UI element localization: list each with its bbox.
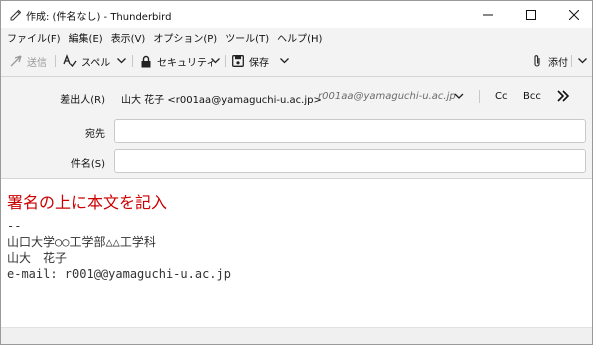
spell-check-icon — [63, 54, 77, 68]
chevron-down-icon — [454, 93, 464, 99]
chevron-down-icon — [279, 58, 289, 64]
menu-view[interactable]: 表示(V) — [108, 30, 149, 45]
chevron-down-icon — [577, 58, 587, 64]
security-dropdown-button[interactable] — [208, 50, 222, 72]
bcc-button[interactable]: Bcc — [523, 91, 541, 102]
chevron-down-icon — [210, 58, 220, 64]
to-input[interactable] — [114, 119, 586, 143]
toolbar-divider — [225, 55, 226, 67]
chevron-down-icon — [116, 58, 126, 64]
save-label: 保存 — [249, 57, 269, 69]
menu-tools[interactable]: ツール(T) — [222, 30, 272, 45]
save-dropdown-button[interactable] — [277, 50, 291, 72]
lock-icon — [139, 54, 153, 68]
more-recipients-button[interactable] — [556, 89, 570, 103]
from-identity: r001aa@yamaguchi-u.ac.jp — [318, 91, 456, 102]
to-label: 宛先 — [85, 129, 105, 140]
security-button[interactable]: セキュリティ — [139, 50, 216, 72]
toolbar-divider — [571, 55, 572, 67]
close-icon — [569, 9, 579, 20]
save-button[interactable]: 保存 — [231, 50, 269, 72]
message-body-editor[interactable]: 署名の上に本文を記入 -- 山口大学○○工学部△△工学科 山大 花子 e-mai… — [1, 179, 592, 327]
close-button[interactable] — [551, 1, 592, 28]
cc-button[interactable]: Cc — [495, 91, 507, 102]
attach-button[interactable]: 添付 — [530, 50, 568, 72]
send-icon — [9, 54, 23, 68]
minimize-button[interactable] — [465, 1, 511, 28]
from-dropdown-button[interactable] — [453, 90, 465, 102]
send-label: 送信 — [27, 57, 47, 69]
subject-input[interactable] — [114, 149, 586, 173]
spell-dropdown-button[interactable] — [114, 50, 128, 72]
signature-name: 山大 花子 — [7, 251, 68, 265]
body-instruction-text: 署名の上に本文を記入 — [7, 193, 168, 212]
status-bar — [1, 327, 592, 344]
minimize-icon — [483, 14, 493, 15]
compose-toolbar: 送信 スペル セキュリティ 保存 添付 — [1, 46, 592, 76]
window-title: 作成: (件名なし) - Thunderbird — [26, 12, 172, 23]
subject-label: 件名(S) — [70, 159, 105, 170]
maximize-icon — [526, 9, 536, 20]
double-chevron-right-icon — [557, 90, 570, 102]
toolbar-border — [1, 76, 592, 77]
paperclip-icon — [530, 54, 544, 68]
spell-label: スペル — [81, 57, 111, 69]
from-label: 差出人(R) — [60, 95, 105, 106]
menu-file[interactable]: ファイル(F) — [4, 30, 64, 45]
signature-email: e-mail: r001@@yamaguchi-u.ac.jp — [7, 267, 231, 281]
toolbar-divider — [55, 55, 56, 67]
attach-dropdown-button[interactable] — [575, 50, 589, 72]
header-divider — [479, 90, 480, 103]
toolbar-divider — [132, 55, 133, 67]
send-button[interactable]: 送信 — [9, 50, 47, 72]
signature-separator: -- — [7, 219, 22, 233]
signature-affiliation: 山口大学○○工学部△△工学科 — [7, 235, 156, 249]
attach-label: 添付 — [548, 57, 568, 69]
menu-help[interactable]: ヘルプ(H) — [274, 30, 325, 45]
maximize-button[interactable] — [508, 1, 554, 28]
compose-pencil-icon — [9, 8, 22, 21]
menu-bar: ファイル(F) 編集(E) 表示(V) オプション(P) ツール(T) ヘルプ(… — [1, 28, 592, 46]
save-icon — [231, 54, 245, 68]
compose-window: 作成: (件名なし) - Thunderbird ファイル(F) 編集(E) 表… — [0, 0, 593, 345]
spell-button[interactable]: スペル — [63, 50, 110, 72]
menu-options[interactable]: オプション(P) — [150, 30, 220, 45]
from-select[interactable]: 山大 花子 <r001aa@yamaguchi-u.ac.jp> — [121, 91, 322, 106]
menu-edit[interactable]: 編集(E) — [66, 30, 106, 45]
title-bar: 作成: (件名なし) - Thunderbird — [1, 1, 592, 28]
